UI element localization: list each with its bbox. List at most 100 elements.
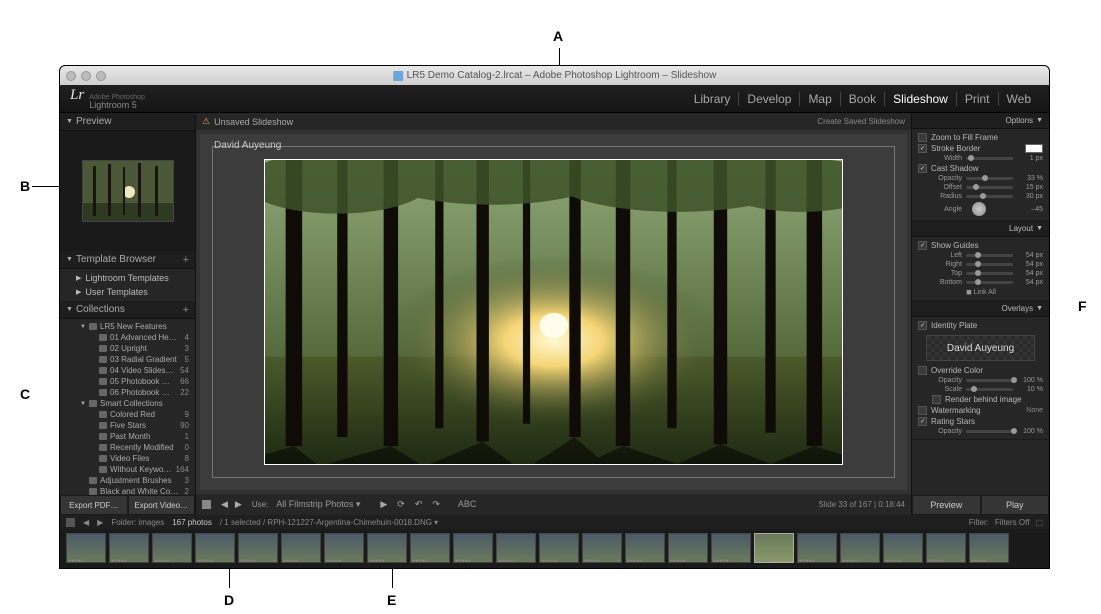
create-saved-slideshow-button[interactable]: Create Saved Slideshow [817,117,905,126]
filmstrip-thumbnail[interactable] [711,533,751,563]
stop-button[interactable] [202,500,211,509]
rotate-ccw-icon[interactable]: ↶ [413,499,425,510]
filmstrip-thumbnail[interactable] [496,533,536,563]
export-pdf-button[interactable]: Export PDF… [60,495,128,515]
grid-view-icon[interactable] [66,518,75,527]
filmstrip-thumbnail[interactable] [969,533,1009,563]
next-slide-button[interactable]: ▶ [233,499,244,510]
filmstrip[interactable] [60,529,1049,567]
module-slideshow[interactable]: Slideshow [885,92,957,106]
collection-item[interactable]: 05 Photobook …66 [60,376,195,387]
overlays-panel-header[interactable]: Overlays▼ [912,301,1049,317]
collection-item[interactable]: 04 Video Slideshow54 [60,365,195,376]
use-dropdown[interactable]: All Filmstrip Photos ▾ [276,499,360,510]
collection-item[interactable]: Without Keywords164 [60,464,195,475]
collection-item[interactable]: Five Stars90 [60,420,195,431]
margin-top-slider[interactable]: Top54 px [918,269,1043,278]
folder-breadcrumb[interactable]: Folder: images [111,518,164,527]
play-slideshow-button[interactable]: Play [981,495,1050,515]
collection-item[interactable]: Colored Red9 [60,409,195,420]
filmstrip-thumbnail[interactable] [238,533,278,563]
stroke-width-slider[interactable]: Width1 px [918,154,1043,163]
loop-icon[interactable]: ⟳ [395,499,407,510]
margin-right-slider[interactable]: Right54 px [918,260,1043,269]
shadow-opacity-slider[interactable]: Opacity33 % [918,174,1043,183]
collection-item[interactable]: Adjustment Brushes3 [60,475,195,486]
collection-item[interactable]: 02 Upright3 [60,343,195,354]
filmstrip-thumbnail[interactable] [883,533,923,563]
angle-dial-icon[interactable] [972,202,986,216]
identity-plate-preview[interactable]: David Auyeung [926,335,1035,361]
collection-item[interactable]: Recently Modified0 [60,442,195,453]
zoom-to-fill-checkbox[interactable]: Zoom to Fill Frame [918,132,1043,143]
filmstrip-thumbnail[interactable] [410,533,450,563]
rating-opacity-slider[interactable]: Opacity100 % [918,427,1043,436]
filmstrip-thumbnail[interactable] [195,533,235,563]
show-guides-checkbox[interactable]: ✓Show Guides [918,240,1043,251]
cast-shadow-checkbox[interactable]: ✓Cast Shadow [918,163,1043,174]
identity-opacity-slider[interactable]: Opacity100 % [918,376,1043,385]
play-button[interactable]: ▶ [378,499,389,510]
module-book[interactable]: Book [841,92,885,106]
options-panel-header[interactable]: Options▼ [912,113,1049,129]
module-map[interactable]: Map [800,92,840,106]
nav-back-icon[interactable]: ◀ [83,518,89,527]
filmstrip-thumbnail[interactable] [152,533,192,563]
filmstrip-thumbnail[interactable] [797,533,837,563]
template-browser-header[interactable]: ▼ Template Browser + [60,251,195,269]
render-behind-checkbox[interactable]: Render behind image [918,394,1043,405]
filmstrip-thumbnail[interactable] [926,533,966,563]
add-collection-icon[interactable]: + [183,304,189,316]
collection-item[interactable]: 06 Photobook …22 [60,387,195,398]
collection-item[interactable]: 03 Radial Gradient5 [60,354,195,365]
layout-panel-header[interactable]: Layout▼ [912,221,1049,237]
filter-lock-icon[interactable]: ⬚ [1035,518,1043,527]
preview-panel-header[interactable]: ▼ Preview [60,113,195,131]
collection-item[interactable]: Past Month1 [60,431,195,442]
rotate-cw-icon[interactable]: ↷ [430,499,442,510]
filmstrip-thumbnail[interactable] [453,533,493,563]
shadow-angle-control[interactable]: Angle–45 [918,201,1043,217]
stroke-border-checkbox[interactable]: ✓Stroke Border [918,143,1043,154]
module-library[interactable]: Library [686,92,740,106]
identity-overlay[interactable]: David Auyeung [214,140,281,151]
filmstrip-thumbnail[interactable] [625,533,665,563]
filmstrip-thumbnail[interactable] [281,533,321,563]
traffic-lights[interactable] [66,71,106,81]
collections-header[interactable]: ▼ Collections + [60,301,195,319]
filmstrip-thumbnail[interactable] [367,533,407,563]
filmstrip-thumbnail[interactable] [539,533,579,563]
add-template-icon[interactable]: + [183,254,189,266]
preview-button[interactable]: Preview [912,495,981,515]
collection-item[interactable]: ▼Smart Collections [60,398,195,409]
collection-item[interactable]: ▼LR5 New Features [60,321,195,332]
module-develop[interactable]: Develop [739,92,800,106]
margin-left-slider[interactable]: Left54 px [918,251,1043,260]
filmstrip-thumbnail[interactable] [109,533,149,563]
template-folder[interactable]: ▶Lightroom Templates [60,271,195,285]
export-video-button[interactable]: Export Video… [128,495,196,515]
module-web[interactable]: Web [999,92,1039,106]
collection-item[interactable]: Black and White Con…2 [60,486,195,495]
shadow-offset-slider[interactable]: Offset15 px [918,183,1043,192]
filmstrip-thumbnail[interactable] [324,533,364,563]
identity-scale-slider[interactable]: Scale10 % [918,385,1043,394]
text-overlay-button[interactable]: ABC [458,499,477,509]
prev-slide-button[interactable]: ◀ [219,499,230,510]
rating-stars-checkbox[interactable]: ✓Rating Stars [918,416,1043,427]
filmstrip-thumbnail[interactable] [668,533,708,563]
identity-plate-checkbox[interactable]: ✓Identity Plate [918,320,1043,331]
stroke-color-swatch[interactable] [1025,144,1043,153]
module-print[interactable]: Print [957,92,999,106]
filters-off-dropdown[interactable]: Filters Off [995,518,1030,527]
collection-item[interactable]: Video Files8 [60,453,195,464]
template-folder[interactable]: ▶User Templates [60,285,195,299]
nav-fwd-icon[interactable]: ▶ [97,518,103,527]
margin-bottom-slider[interactable]: Bottom54 px [918,278,1043,287]
shadow-radius-slider[interactable]: Radius30 px [918,192,1043,201]
filmstrip-thumbnail[interactable] [582,533,622,563]
filmstrip-thumbnail[interactable] [754,533,794,563]
filmstrip-thumbnail[interactable] [66,533,106,563]
filmstrip-thumbnail[interactable] [840,533,880,563]
watermarking-checkbox[interactable]: WatermarkingNone [918,405,1043,416]
